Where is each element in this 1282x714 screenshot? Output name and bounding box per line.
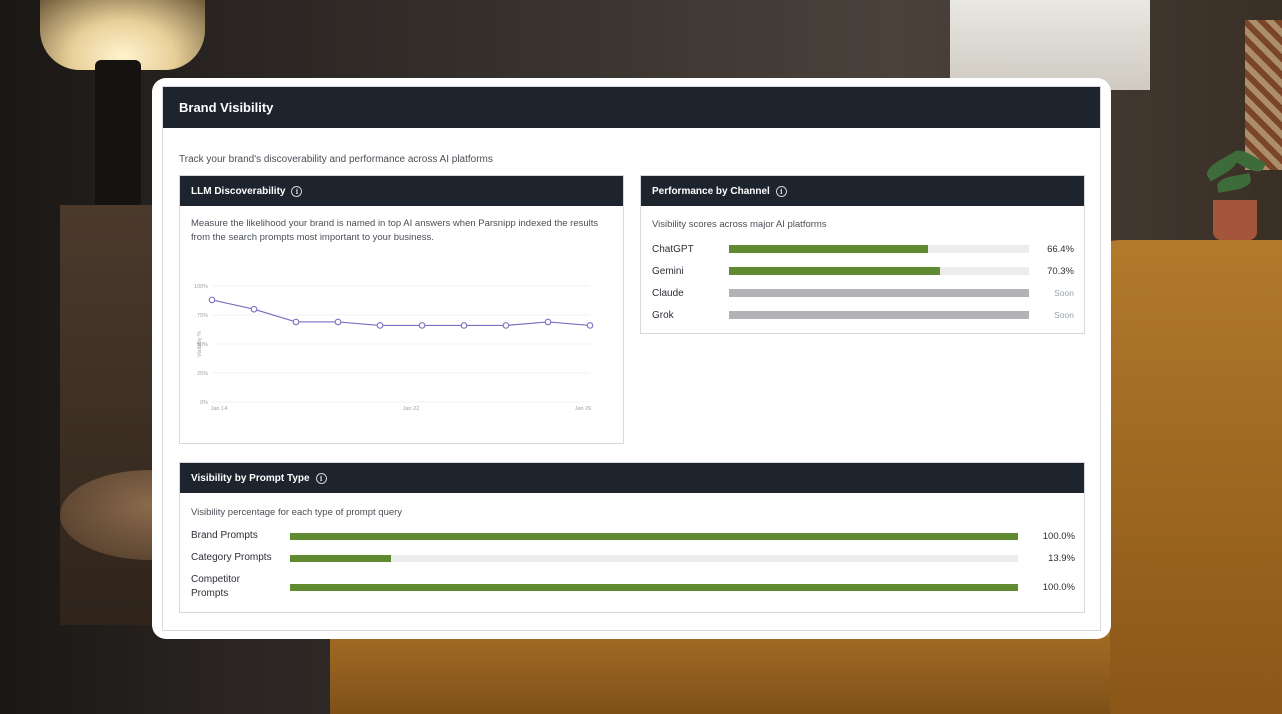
y-axis-label: Visibility % [197,331,203,357]
prompt-value: 100.0% [1042,581,1075,593]
channel-panel-description: Visibility scores across major AI platfo… [652,219,827,230]
prompt-bar-fill [290,583,1018,591]
data-point [586,322,594,329]
data-point [208,296,216,304]
prompt-panel-title: Visibility by Prompt Type [191,472,310,484]
prompt-bar-fill [290,532,1018,540]
prompt-row: Brand Prompts 100.0% [191,529,1075,543]
data-point [250,305,258,313]
lamp-post [95,60,141,210]
y-tick-label: 25% [197,371,208,377]
channel-bar-track [729,267,1029,275]
sofa-front [330,630,1110,714]
prompt-panel-description: Visibility percentage for each type of p… [191,507,403,518]
channel-name: Claude [652,287,684,299]
prompt-bar-track [290,583,1018,591]
data-point [460,322,468,329]
data-point [292,318,300,326]
visibility-line-chart: 0%25%50%75%100%Visibility %Jan 14 Jan 22 J… [194,284,594,412]
channel-bar-track [729,311,1029,319]
data-point [544,318,552,326]
y-tick-label: 0% [200,400,208,406]
background-window [950,0,1150,90]
info-icon[interactable]: i [315,472,327,484]
y-tick-label: 75% [197,313,208,319]
prompt-row: Competitor Prompts 100.0% [191,573,1075,601]
channel-value: Soon [1054,310,1074,320]
prompt-bar-track [290,532,1018,540]
channel-row: Grok Soon [652,307,1074,323]
x-tick-label: Jan 22 [403,406,420,412]
prompt-bar-track [290,554,1018,562]
prompt-value: 13.9% [1048,552,1075,564]
plant [1195,140,1275,240]
prompt-value: 100.0% [1042,530,1075,542]
data-point [376,322,384,329]
channel-bar-fill [729,245,929,253]
channel-row: Claude Soon [652,285,1074,301]
channel-bar-track [729,289,1029,297]
channel-row: Gemini 70.3% [652,263,1074,279]
llm-panel-title: LLM Discoverability [191,185,286,197]
channel-value: 66.4% [1047,243,1074,255]
series-line [211,299,591,327]
channel-name: Grok [652,309,674,321]
data-point [418,322,426,329]
llm-panel-header: LLM Discoverability i [180,176,623,206]
x-tick-label: Jan 14 [211,406,228,412]
info-icon[interactable]: i [775,185,787,197]
channel-bar-track [729,245,1029,253]
prompt-panel-header: Visibility by Prompt Type i [180,463,1084,493]
prompt-type-name: Competitor Prompts [191,574,240,599]
channel-bar-fill [729,267,940,275]
performance-by-channel-panel: Performance by Channel i Visibility scor… [640,175,1085,334]
channel-bar-fill [729,311,1029,319]
prompt-type-name: Category Prompts [191,552,272,563]
card-header: Brand Visibility [163,87,1100,128]
channel-row: ChatGPT 66.4% [652,241,1074,257]
channel-value: Soon [1054,288,1074,298]
prompt-type-name: Brand Prompts [191,530,258,541]
y-tick-label: 100% [194,284,208,290]
data-point [502,322,510,329]
channel-value: 70.3% [1047,265,1074,277]
data-point [334,318,342,326]
prompt-row: Category Prompts 13.9% [191,551,1075,565]
cabinet [60,205,160,625]
channel-name: Gemini [652,265,684,277]
page-subtitle: Track your brand's discoverability and p… [179,154,493,165]
brand-visibility-card: Brand Visibility Track your brand's disc… [162,86,1101,631]
prompt-bar-fill [290,554,392,562]
channel-name: ChatGPT [652,243,694,255]
dashboard-frame: Brand Visibility Track your brand's disc… [152,78,1111,639]
page-title: Brand Visibility [179,100,274,115]
channel-panel-title: Performance by Channel [652,185,770,197]
llm-panel-description: Measure the likelihood your brand is nam… [191,218,599,243]
channel-bar-fill [729,289,1029,297]
visibility-by-prompt-type-panel: Visibility by Prompt Type i Visibility p… [179,462,1085,613]
info-icon[interactable]: i [291,185,303,197]
channel-panel-header: Performance by Channel i [641,176,1084,206]
x-tick-label: Jan 26 [575,406,592,412]
llm-discoverability-panel: LLM Discoverability i Measure the likeli… [179,175,624,444]
